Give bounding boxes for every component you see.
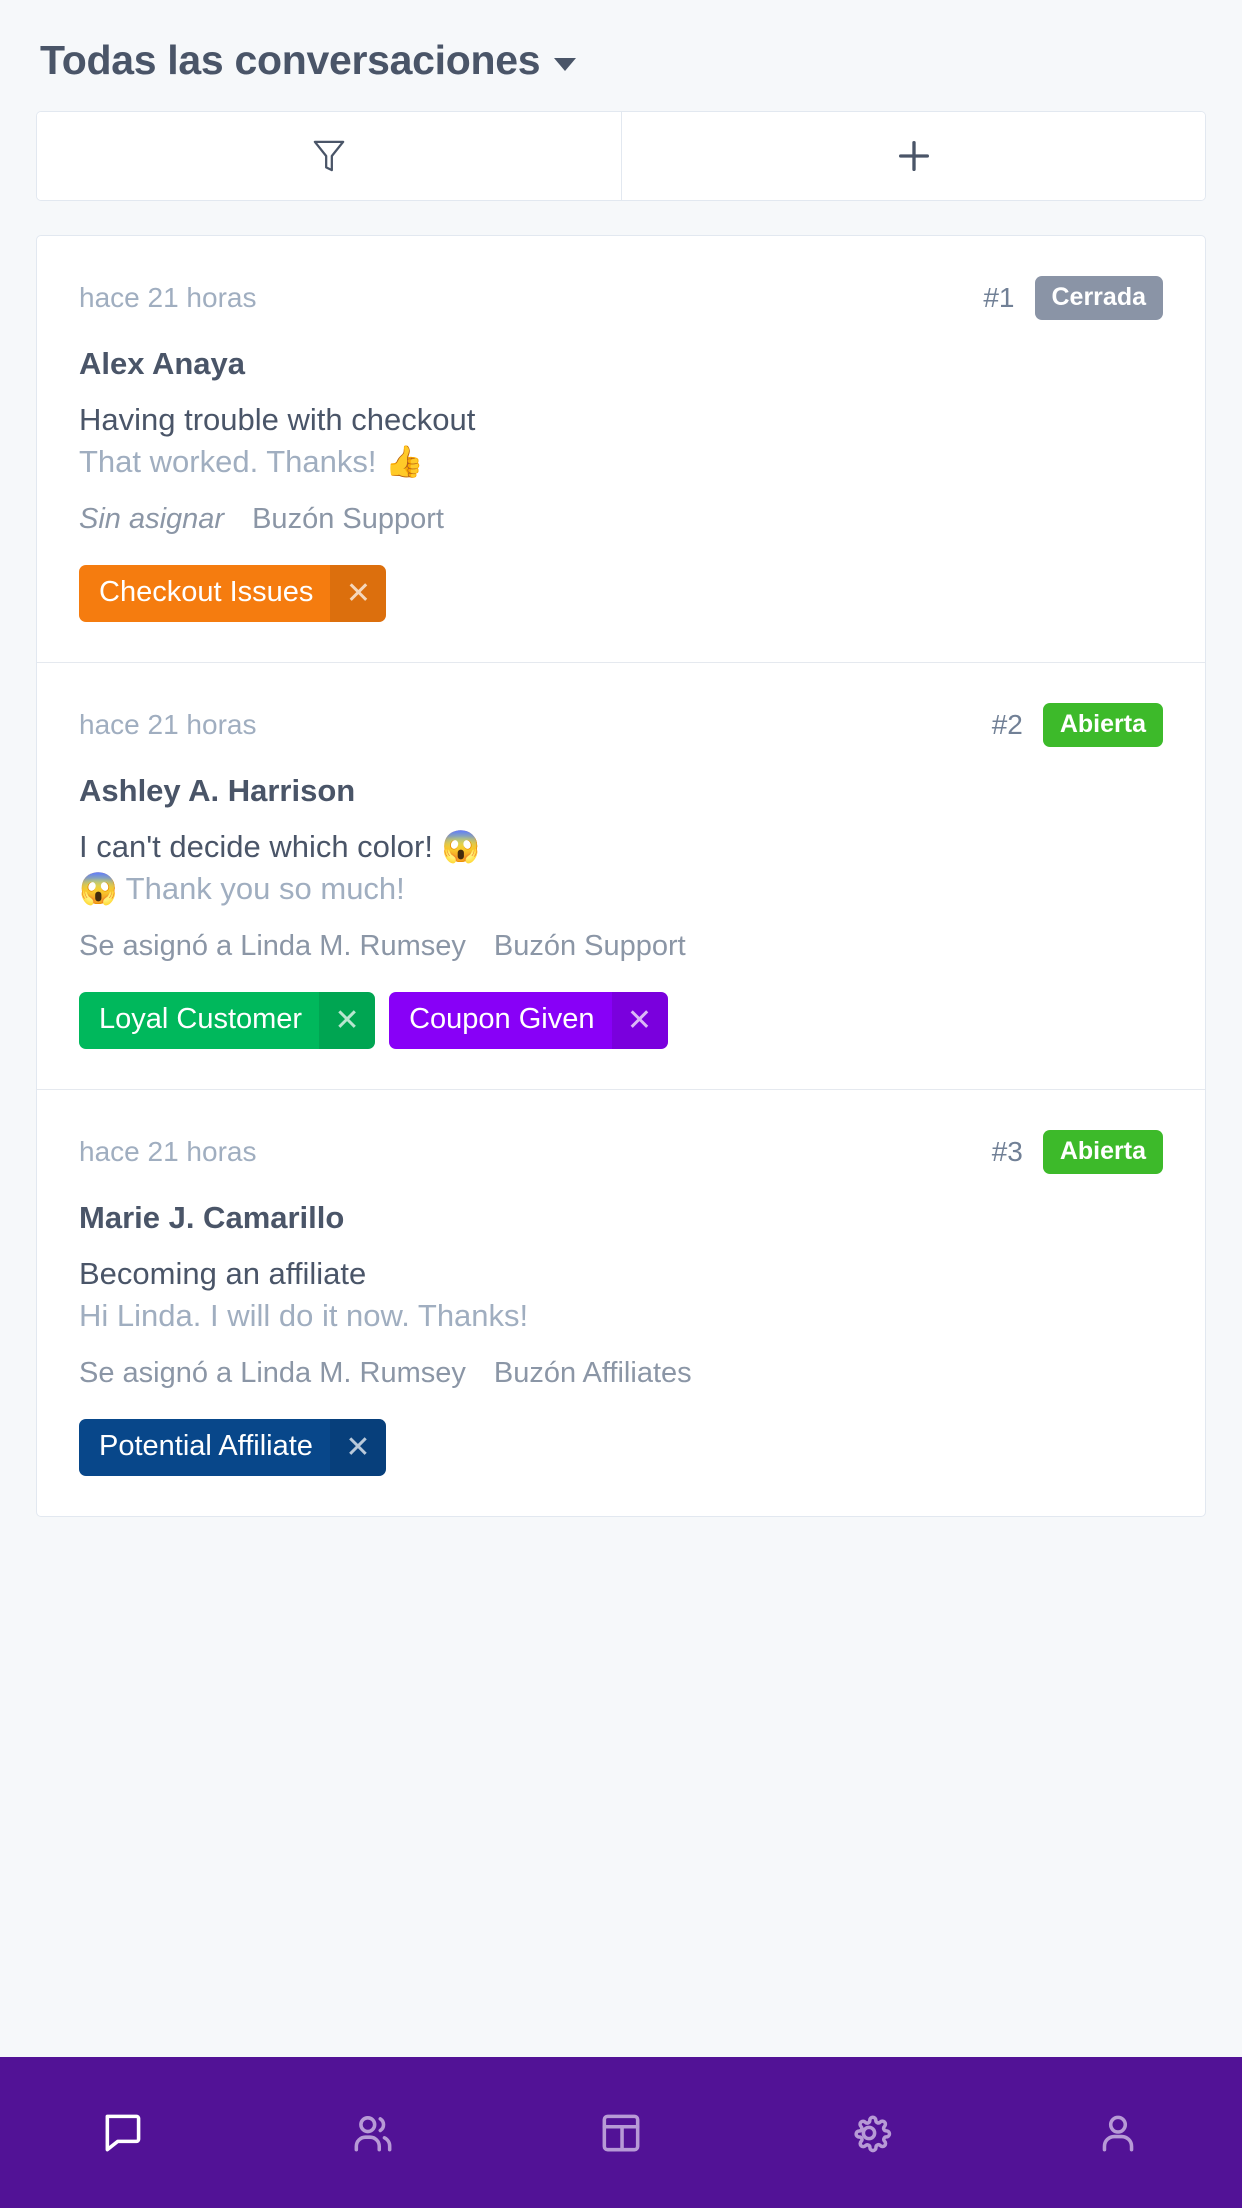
users-icon [348, 2108, 398, 2158]
conversation-header-row: hace 21 horas #2 Abierta [79, 703, 1163, 748]
conversation-preview: That worked. Thanks! 👍 [79, 443, 424, 479]
tag-label: Checkout Issues [99, 576, 314, 609]
tag-label: Loyal Customer [99, 1003, 303, 1036]
nav-item-conversations[interactable] [0, 2057, 248, 2208]
status-badge: Cerrada [1034, 276, 1163, 321]
conversation-item[interactable]: hace 21 horas #3 Abierta Marie J. Camari… [37, 1089, 1205, 1516]
bottom-navigation [0, 2057, 1242, 2208]
dashboard-icon [596, 2108, 646, 2158]
conversation-item[interactable]: hace 21 horas #2 Abierta Ashley A. Harri… [37, 662, 1205, 1089]
conversation-timestamp: hace 21 horas [79, 709, 257, 741]
customer-name: Marie J. Camarillo [79, 1200, 345, 1236]
tag[interactable]: Checkout Issues ✕ [79, 565, 387, 623]
conversation-subject: Having trouble with checkout [79, 401, 476, 437]
mailbox-label: Buzón Support [493, 930, 686, 963]
customer-name: Ashley A. Harrison [79, 773, 356, 809]
conversation-meta-row: Sin asignar Buzón Support [79, 502, 1163, 537]
tag-label: Potential Affiliate [99, 1430, 313, 1463]
page-header: Todas las conversaciones [36, 0, 1206, 111]
add-conversation-button[interactable] [621, 112, 1205, 201]
mailbox-label: Buzón Support [252, 503, 444, 536]
conversation-preview: Hi Linda. I will do it now. Thanks! [79, 1297, 529, 1333]
assignee-label: Se asignó a Linda M. Rumsey [79, 930, 466, 963]
filter-button[interactable] [37, 112, 621, 201]
conversation-item[interactable]: hace 21 horas #1 Cerrada Alex Anaya Havi… [37, 236, 1205, 662]
close-icon[interactable]: ✕ [611, 992, 668, 1050]
tag[interactable]: Loyal Customer ✕ [79, 992, 376, 1050]
conversation-timestamp: hace 21 horas [79, 282, 257, 314]
conversation-header-row: hace 21 horas #1 Cerrada [79, 276, 1163, 321]
close-icon[interactable]: ✕ [319, 992, 376, 1050]
nav-item-profile[interactable] [994, 2057, 1242, 2208]
assignee-label: Sin asignar [79, 503, 225, 536]
page-title: Todas las conversaciones [40, 37, 541, 83]
conversation-scroll-area[interactable]: Todas las conversaciones hace 21 horas #… [0, 0, 1242, 2057]
conversation-status-group: #1 Cerrada [983, 276, 1163, 321]
chevron-down-icon[interactable] [554, 58, 577, 72]
nav-item-settings[interactable] [745, 2057, 993, 2208]
conversations-app: Todas las conversaciones hace 21 horas #… [0, 0, 1242, 2208]
conversation-number: #2 [991, 709, 1023, 741]
customer-name: Alex Anaya [79, 346, 245, 382]
close-icon[interactable]: ✕ [329, 1419, 386, 1477]
conversation-timestamp: hace 21 horas [79, 1136, 257, 1168]
person-icon [1093, 2108, 1143, 2158]
tag[interactable]: Coupon Given ✕ [389, 992, 668, 1050]
assignee-label: Se asignó a Linda M. Rumsey [79, 1357, 466, 1390]
toolbar [36, 111, 1206, 202]
status-badge: Abierta [1042, 703, 1163, 748]
conversation-subject: I can't decide which color! 😱 [79, 828, 481, 864]
conversation-meta-row: Se asignó a Linda M. Rumsey Buzón Suppor… [79, 929, 1163, 964]
filter-icon [312, 137, 346, 175]
close-icon[interactable]: ✕ [330, 565, 387, 623]
tag-row: Checkout Issues ✕ [79, 565, 1163, 623]
conversation-status-group: #2 Abierta [991, 703, 1163, 748]
tag-label: Coupon Given [409, 1003, 595, 1036]
conversation-list: hace 21 horas #1 Cerrada Alex Anaya Havi… [36, 235, 1206, 1518]
conversation-subject: Becoming an affiliate [79, 1255, 367, 1291]
plus-icon [894, 136, 934, 176]
nav-item-dashboard[interactable] [497, 2057, 745, 2208]
nav-item-customers[interactable] [248, 2057, 496, 2208]
mailbox-label: Buzón Affiliates [493, 1357, 692, 1390]
tag-row: Loyal Customer ✕ Coupon Given ✕ [79, 992, 1163, 1050]
status-badge: Abierta [1042, 1130, 1163, 1175]
chat-icon [99, 2108, 149, 2158]
tag[interactable]: Potential Affiliate ✕ [79, 1419, 386, 1477]
conversation-header-row: hace 21 horas #3 Abierta [79, 1130, 1163, 1175]
conversation-preview: 😱 Thank you so much! [79, 870, 405, 906]
conversation-number: #1 [983, 282, 1015, 314]
tag-row: Potential Affiliate ✕ [79, 1419, 1163, 1477]
conversation-status-group: #3 Abierta [991, 1130, 1163, 1175]
gear-icon [844, 2108, 894, 2158]
conversation-number: #3 [991, 1136, 1023, 1168]
conversation-meta-row: Se asignó a Linda M. Rumsey Buzón Affili… [79, 1356, 1163, 1391]
